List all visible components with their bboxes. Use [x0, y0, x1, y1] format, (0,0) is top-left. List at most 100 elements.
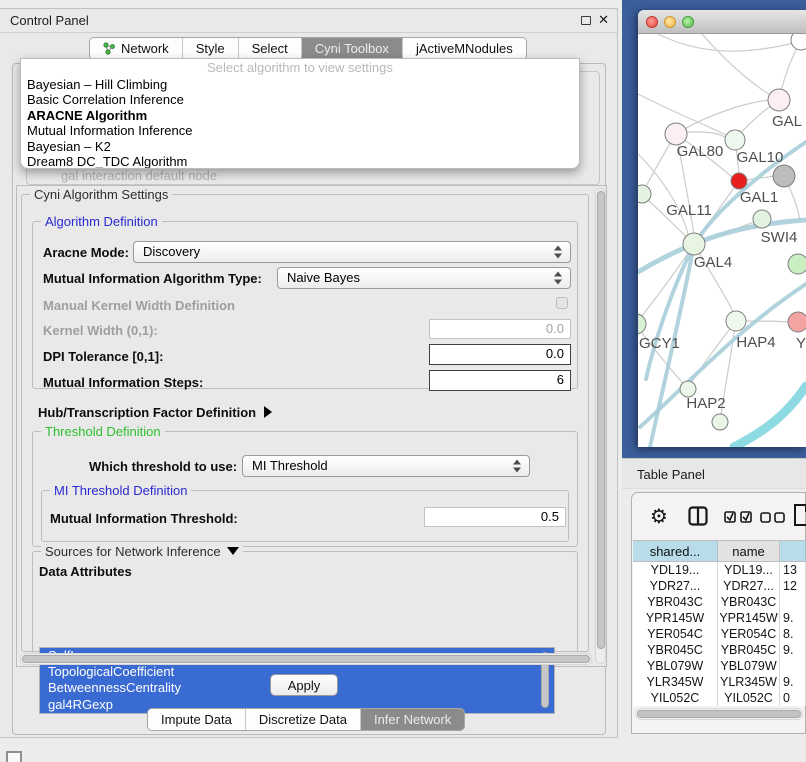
gear-icon[interactable]: ⚙	[650, 504, 668, 529]
aracne-mode-combo[interactable]: Discovery	[133, 241, 571, 263]
table-row[interactable]: YDL19...YDL19...13	[633, 562, 806, 578]
table-cell[interactable]: 9.	[780, 610, 806, 626]
table-cell[interactable]: 13	[780, 562, 806, 578]
network-node-swi4[interactable]	[753, 210, 771, 228]
tab-impute-data[interactable]: Impute Data	[148, 709, 245, 730]
minimize-traffic-light-icon[interactable]	[664, 16, 676, 28]
network-node-gal4[interactable]	[683, 233, 705, 255]
network-canvas[interactable]: GALGAL80GAL10GAL1GAL11SWI4GAL4GCY1HAP4YH…	[638, 34, 806, 447]
split-columns-icon[interactable]	[688, 506, 708, 526]
zoom-traffic-light-icon[interactable]	[682, 16, 694, 28]
table-cell[interactable]: 12	[780, 578, 806, 594]
network-node-y[interactable]	[788, 312, 806, 332]
table-hscroll-track[interactable]	[635, 708, 803, 720]
table-cell[interactable]: 9.	[780, 674, 806, 690]
dpi-tolerance-field[interactable]: 0.0	[429, 344, 571, 365]
table-cell[interactable]: 0	[780, 690, 806, 706]
network-node-gal11[interactable]	[638, 185, 651, 203]
algorithm-option[interactable]: Dream8 DC_TDC Algorithm	[21, 154, 579, 169]
network-edge[interactable]	[702, 34, 773, 96]
tab-impute-data-label: Impute Data	[161, 712, 232, 727]
tab-style[interactable]: Style	[182, 38, 238, 59]
table-cell[interactable]: YIL052C	[718, 690, 780, 706]
network-node-hap4[interactable]	[726, 311, 746, 331]
document-icon[interactable]	[793, 503, 806, 527]
settings-hscroll-thumb[interactable]	[22, 655, 590, 663]
tab-select[interactable]: Select	[238, 38, 301, 59]
close-icon[interactable]: ✕	[598, 12, 609, 28]
table-cell[interactable]: 8.	[780, 626, 806, 642]
algorithm-option[interactable]: Basic Correlation Inference	[21, 92, 579, 107]
table-cell[interactable]: YBR043C	[633, 594, 718, 610]
table-row[interactable]: YPR145WYPR145W9.	[633, 610, 806, 626]
column-header-shared-name[interactable]: shared...	[633, 540, 718, 562]
network-edge[interactable]	[676, 100, 770, 134]
apply-button[interactable]: Apply	[270, 674, 338, 696]
kernel-width-field[interactable]: 0.0	[429, 319, 571, 339]
hub-tf-definition-toggle[interactable]: Hub/Transcription Factor Definition	[38, 405, 272, 420]
network-node[interactable]	[712, 414, 728, 430]
table-cell[interactable]: YER054C	[718, 626, 780, 642]
network-node[interactable]	[788, 254, 806, 274]
algorithm-option[interactable]: ARACNE Algorithm	[21, 108, 579, 123]
table-row[interactable]: YBR045CYBR045C9.	[633, 642, 806, 658]
table-cell[interactable]	[780, 594, 806, 610]
select-all-checked-icon[interactable]	[724, 510, 754, 523]
which-threshold-combo[interactable]: MI Threshold	[242, 455, 530, 477]
network-node-gal10[interactable]	[725, 130, 745, 150]
tab-discretize-data[interactable]: Discretize Data	[245, 709, 360, 730]
float-window-icon[interactable]	[581, 16, 591, 25]
table-row[interactable]: YER054CYER054C8.	[633, 626, 806, 642]
mi-threshold-field[interactable]: 0.5	[424, 507, 566, 527]
table-row[interactable]: YIL052CYIL052C0	[633, 690, 806, 706]
table-cell[interactable]: YIL052C	[633, 690, 718, 706]
deselect-all-icon[interactable]	[760, 512, 786, 523]
table-cell[interactable]: YDL19...	[633, 562, 718, 578]
table-cell[interactable]: YDL19...	[718, 562, 780, 578]
table-row[interactable]: YBR043CYBR043C	[633, 594, 806, 610]
table-row[interactable]: YDR27...YDR27...12	[633, 578, 806, 594]
table-cell[interactable]: YBL079W	[633, 658, 718, 674]
network-window-titlebar[interactable]	[638, 10, 806, 34]
tab-network[interactable]: Network	[90, 38, 182, 59]
table-cell[interactable]: YLR345W	[718, 674, 780, 690]
table-cell[interactable]: YBR043C	[718, 594, 780, 610]
table-cell[interactable]	[780, 658, 806, 674]
network-node-gal1[interactable]	[731, 173, 747, 189]
algorithm-option[interactable]: Mutual Information Inference	[21, 123, 579, 138]
tab-jactivemnodules[interactable]: jActiveMNodules	[402, 38, 526, 59]
table-cell[interactable]: YBR045C	[633, 642, 718, 658]
table-cell[interactable]: YLR345W	[633, 674, 718, 690]
network-node[interactable]	[791, 34, 806, 50]
table-cell[interactable]: YBR045C	[718, 642, 780, 658]
algorithm-option[interactable]: Bayesian – Hill Climbing	[21, 77, 579, 92]
sources-title[interactable]: Sources for Network Inference	[41, 544, 243, 559]
table-cell[interactable]: YPR145W	[718, 610, 780, 626]
table-cell[interactable]: YDR27...	[633, 578, 718, 594]
column-header-name[interactable]: name	[718, 540, 780, 562]
mi-steps-field[interactable]: 6	[429, 370, 571, 391]
column-header-clipped[interactable]	[780, 540, 806, 562]
docked-panel-icon[interactable]	[6, 751, 22, 762]
table-cell[interactable]: YPR145W	[633, 610, 718, 626]
network-node[interactable]	[773, 165, 795, 187]
table-cell[interactable]: 9.	[780, 642, 806, 658]
mi-type-combo[interactable]: Naive Bayes	[277, 267, 571, 289]
algorithm-option[interactable]: Bayesian – K2	[21, 139, 579, 154]
network-edge[interactable]	[658, 34, 798, 51]
tab-cyni-toolbox[interactable]: Cyni Toolbox	[301, 38, 402, 59]
table-hscroll-thumb[interactable]	[637, 710, 801, 718]
table-cell[interactable]: YBL079W	[718, 658, 780, 674]
manual-kernel-checkbox[interactable]	[556, 297, 568, 309]
network-node-gal[interactable]	[768, 89, 790, 111]
network-node-gcy1[interactable]	[638, 314, 646, 334]
network-edge[interactable]	[734, 386, 806, 447]
settings-vscroll-thumb[interactable]	[597, 191, 605, 649]
close-traffic-light-icon[interactable]	[646, 16, 658, 28]
network-node-gal80[interactable]	[665, 123, 687, 145]
table-row[interactable]: YLR345WYLR345W9.	[633, 674, 806, 690]
table-row[interactable]: YBL079WYBL079W	[633, 658, 806, 674]
tab-infer-network[interactable]: Infer Network	[360, 709, 464, 730]
table-cell[interactable]: YDR27...	[718, 578, 780, 594]
table-cell[interactable]: YER054C	[633, 626, 718, 642]
